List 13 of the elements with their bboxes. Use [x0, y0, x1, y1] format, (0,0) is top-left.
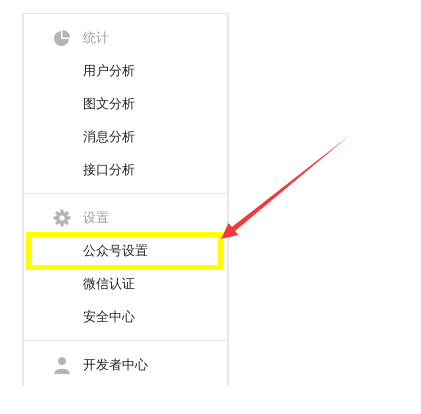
- menu-item[interactable]: 安全中心: [83, 306, 135, 326]
- menu-item[interactable]: 用户分析: [83, 60, 135, 80]
- menu-item[interactable]: 微信认证: [83, 274, 135, 294]
- section-title: 设置: [83, 208, 109, 227]
- section-title: 统计: [83, 28, 109, 47]
- section-title[interactable]: 开发者中心: [83, 354, 148, 374]
- person-icon: [53, 356, 71, 374]
- menu-item[interactable]: 接口分析: [83, 160, 135, 180]
- settings-icon: [53, 208, 71, 226]
- menu-item[interactable]: 公众号设置: [83, 240, 148, 260]
- pie-chart-icon: [53, 28, 71, 46]
- menu-item[interactable]: 消息分析: [83, 126, 135, 146]
- menu-item[interactable]: 图文分析: [83, 94, 135, 114]
